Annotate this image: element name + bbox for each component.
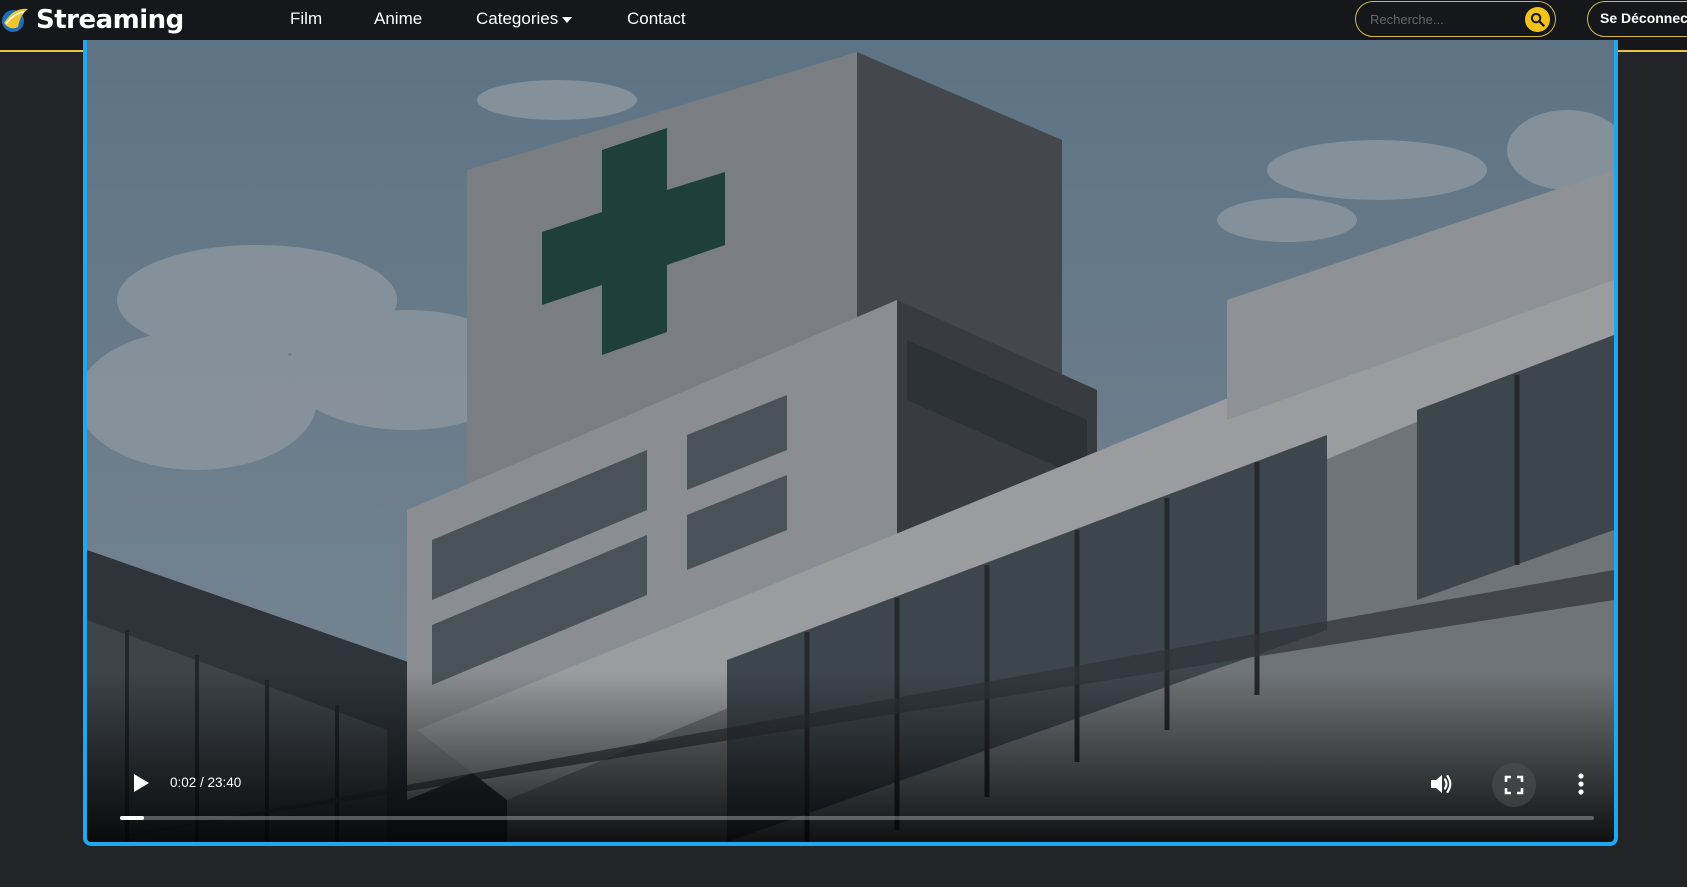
search-icon: [1530, 12, 1545, 27]
search-input[interactable]: [1370, 10, 1520, 28]
more-vert-icon[interactable]: [1573, 770, 1589, 798]
time-display: 0:02 / 23:40: [170, 775, 242, 790]
play-icon[interactable]: [129, 771, 153, 795]
nav-contact[interactable]: Contact: [627, 8, 686, 30]
nav-categories-label: Categories: [476, 9, 559, 28]
video-player[interactable]: 0:02 / 23:40: [83, 40, 1618, 846]
search-button[interactable]: [1525, 7, 1550, 32]
fullscreen-button[interactable]: [1492, 763, 1536, 807]
nav-anime[interactable]: Anime: [374, 8, 422, 30]
brand[interactable]: Streaming: [0, 4, 184, 36]
nav-categories[interactable]: Categories: [476, 8, 573, 30]
search-box: [1355, 1, 1556, 37]
fullscreen-icon: [1504, 775, 1524, 795]
nav-film[interactable]: Film: [290, 8, 322, 30]
caret-down-icon: [562, 17, 573, 23]
volume-icon[interactable]: [1427, 770, 1455, 798]
brand-logo-icon: [2, 8, 28, 32]
brand-name: Streaming: [36, 5, 184, 35]
progress-bar[interactable]: [120, 816, 1594, 820]
progress-fill: [120, 816, 144, 820]
logout-button[interactable]: Se Déconnecter: [1587, 1, 1687, 37]
